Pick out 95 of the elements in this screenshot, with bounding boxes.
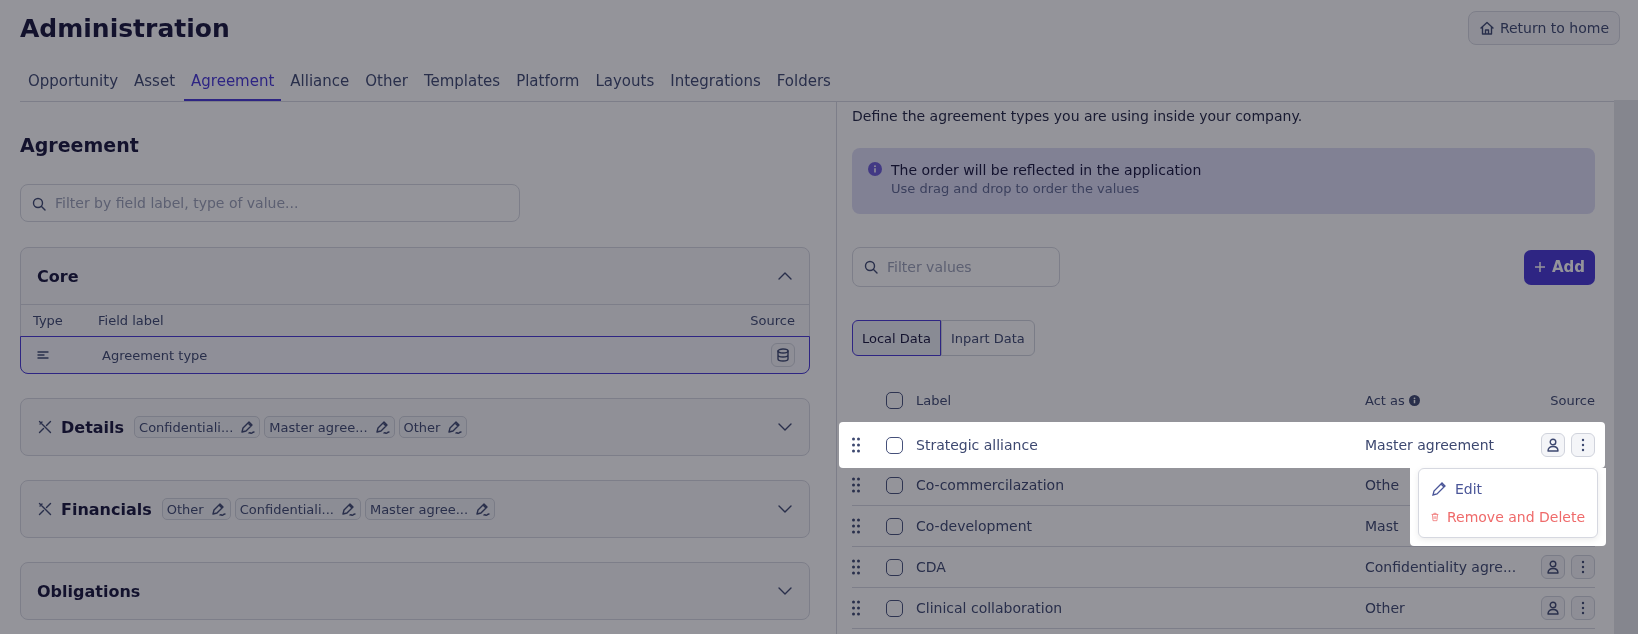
field-chip[interactable]: Confidentiali... (234, 498, 361, 520)
section-title: Details (61, 417, 125, 437)
return-home-button[interactable]: Return to home (1467, 11, 1620, 45)
menu-item[interactable]: Remove and Delete (1419, 503, 1597, 531)
row-checkbox[interactable] (886, 476, 903, 494)
pen-icon (474, 501, 491, 517)
tab[interactable]: Agreement (184, 72, 282, 101)
field-chip[interactable]: Other (161, 498, 231, 520)
value-label: Strategic alliance (916, 437, 1038, 453)
column-header: Act as (1365, 392, 1405, 408)
tools-icon (37, 419, 53, 435)
drag-handle-icon[interactable] (852, 518, 860, 534)
tab[interactable]: Templates (416, 72, 508, 101)
section-heading: Agreement (20, 134, 140, 156)
tools-icon (37, 501, 53, 517)
info-icon (868, 162, 882, 176)
chevron-down-icon[interactable] (777, 422, 793, 432)
pen-icon (209, 501, 226, 517)
pencil-icon (1431, 481, 1447, 497)
act-as-value: Other (1365, 600, 1405, 616)
tab[interactable]: Asset (127, 72, 183, 101)
row-checkbox[interactable] (886, 599, 903, 617)
text-lines-icon (37, 350, 51, 360)
highlighted-row[interactable]: Strategic alliance Master agreement (839, 422, 1605, 468)
more-button[interactable] (1571, 433, 1595, 457)
more-options-icon (1581, 560, 1585, 574)
column-header: Type (33, 313, 64, 328)
menu-item[interactable]: Edit (1419, 475, 1597, 503)
source-button[interactable] (1541, 555, 1565, 579)
tab[interactable]: Folders (769, 72, 838, 101)
description-text: Define the agreement types you are using inside your company. (852, 108, 1304, 124)
page-title: Administration (20, 13, 230, 43)
plus-icon (1533, 261, 1546, 273)
tab[interactable]: Platform (509, 72, 587, 101)
person-icon (1547, 438, 1559, 452)
act-as-value: Confidentiality agre... (1365, 559, 1517, 575)
tab[interactable]: Alliance (283, 72, 357, 101)
pen-icon (446, 419, 463, 435)
home-icon (1478, 20, 1495, 36)
chevron-down-icon[interactable] (777, 504, 793, 514)
select-all-checkbox[interactable] (886, 391, 903, 409)
info-icon (1408, 394, 1420, 406)
database-icon (776, 348, 790, 362)
field-label: Agreement type (102, 347, 209, 363)
column-header: Source (750, 313, 795, 328)
section-title: Financials (61, 499, 152, 519)
row-checkbox[interactable] (886, 436, 903, 454)
source-button[interactable] (771, 343, 795, 367)
column-header: Label (916, 392, 953, 408)
field-chip[interactable]: Confidentiali... (134, 416, 261, 438)
search-icon (864, 260, 878, 274)
table-row[interactable]: Agreement type (20, 336, 810, 374)
data-source-toggle[interactable]: Inpart Data (940, 320, 1035, 356)
value-label: Clinical collaboration (916, 600, 1063, 616)
value-label: Co-development (916, 518, 1032, 534)
act-as-value: Mast (1365, 518, 1399, 534)
drag-handle-icon[interactable] (852, 559, 860, 575)
tab[interactable]: Other (358, 72, 415, 101)
banner-text: Use drag and drop to order the values (891, 181, 1141, 196)
act-as-value: Master agreement (1365, 437, 1494, 453)
field-chip[interactable]: Master agree... (264, 416, 395, 438)
chevron-up-icon[interactable] (777, 271, 793, 281)
source-button[interactable] (1541, 433, 1565, 457)
field-chip[interactable]: Master agree... (364, 498, 496, 520)
person-icon (1547, 560, 1559, 574)
source-button[interactable] (1541, 596, 1565, 620)
field-chip[interactable]: Other (398, 416, 468, 438)
value-label: Co-commercilazation (916, 477, 1065, 493)
drag-handle-icon[interactable] (852, 437, 860, 453)
column-header: Field label (98, 313, 165, 328)
value-label: CDA (916, 559, 946, 575)
banner-title: The order will be reflected in the application (891, 162, 1202, 178)
add-button[interactable]: Add (1523, 249, 1595, 285)
chevron-down-icon[interactable] (777, 586, 793, 596)
search-field[interactable]: Filter by field label, type of value... (20, 184, 520, 222)
row-checkbox[interactable] (886, 558, 903, 576)
row-checkbox[interactable] (886, 517, 903, 535)
act-as-value: Othe (1365, 477, 1399, 493)
search-icon (32, 197, 46, 211)
tab[interactable]: Integrations (663, 72, 768, 101)
column-header: Source (1549, 392, 1595, 408)
tab[interactable]: Layouts (588, 72, 662, 101)
pen-icon (373, 419, 390, 435)
data-source-toggle[interactable]: Local Data (852, 320, 941, 356)
person-icon (1547, 601, 1559, 615)
section-title: Core (37, 266, 79, 286)
filter-field[interactable]: Filter values (852, 247, 1060, 287)
drag-handle-icon[interactable] (852, 600, 860, 616)
section-title: Obligations (37, 581, 141, 601)
more-options-icon (1581, 438, 1585, 452)
pen-icon (339, 501, 356, 517)
pen-icon (239, 419, 256, 435)
more-options-icon (1581, 601, 1585, 615)
tab[interactable]: Opportunity (21, 72, 125, 101)
drag-handle-icon[interactable] (852, 477, 860, 493)
